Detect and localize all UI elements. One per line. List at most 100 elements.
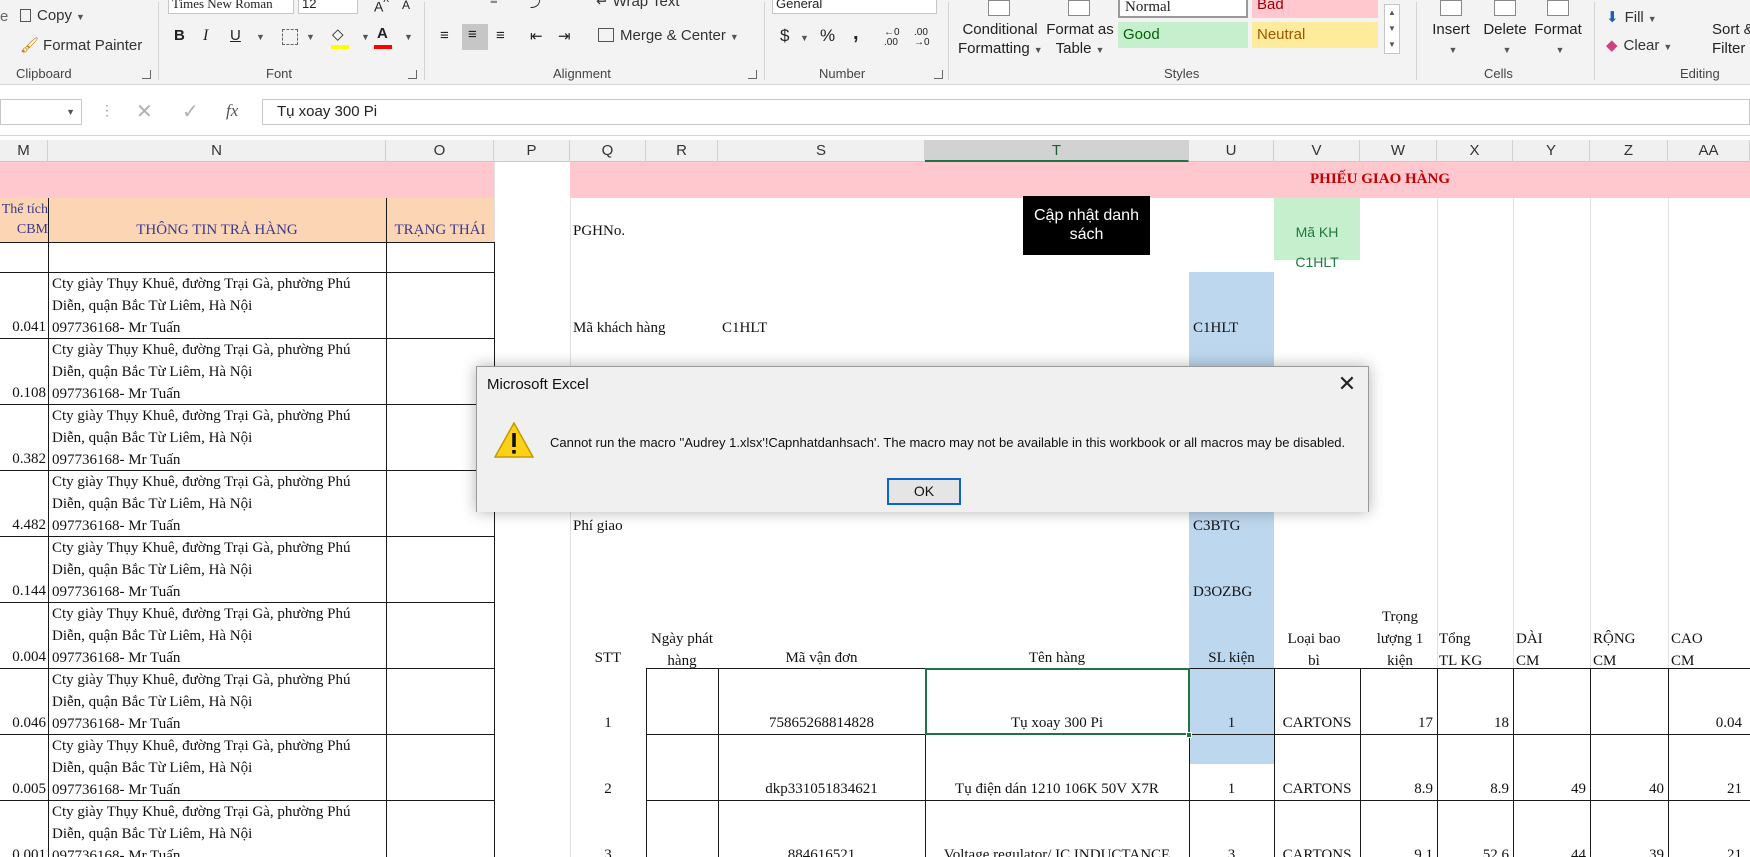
address-cell[interactable]: Cty giày Thụy Khuê, đường Trại Gà, phườn… [52, 471, 384, 537]
item-qty[interactable]: 1 [1189, 715, 1274, 732]
grow-font-icon[interactable]: A^ [374, 0, 389, 15]
update-list-button[interactable]: Cập nhật danh sách [1023, 196, 1150, 255]
decrease-decimal-icon[interactable]: .00 →0 [914, 28, 930, 48]
decrease-indent-icon[interactable]: ⇤ [530, 27, 543, 45]
close-icon[interactable]: ✕ [1334, 373, 1360, 397]
insert-function-icon[interactable]: fx [226, 101, 238, 121]
item-package[interactable]: CARTONS [1274, 781, 1360, 798]
item-package[interactable]: CARTONS [1274, 715, 1360, 732]
enter-check-icon[interactable]: ✓ [182, 99, 199, 124]
item-width[interactable]: 40 [1590, 781, 1664, 798]
item-stt[interactable]: 1 [570, 715, 646, 732]
item-length[interactable]: 44 [1513, 847, 1586, 857]
item-length[interactable]: 49 [1513, 781, 1586, 798]
chevron-down-icon[interactable]: ▼ [404, 32, 413, 42]
shrink-font-icon[interactable]: Aˇ [402, 0, 413, 12]
item-tracking[interactable]: 884616521 [718, 847, 925, 857]
currency-button[interactable]: $ [780, 26, 789, 46]
cbm-cell[interactable]: 4.482 [0, 517, 46, 534]
conditional-formatting-button[interactable]: Conditional Formatting ▼ [958, 0, 1043, 60]
insert-button[interactable]: Insert ▼ [1426, 0, 1476, 60]
style-bad[interactable]: Bad [1252, 0, 1378, 18]
fill-color-icon[interactable]: ◇ [332, 25, 344, 43]
font-launcher-icon[interactable] [408, 70, 417, 79]
col-header-o[interactable]: O [386, 140, 494, 162]
col-header-u[interactable]: U [1189, 140, 1274, 162]
chevron-down-icon[interactable]: ▼ [800, 33, 809, 43]
number-format-combo[interactable]: General [772, 0, 937, 14]
customer-code-value[interactable]: C1HLT [1274, 254, 1360, 270]
cbm-cell[interactable]: 0.004 [0, 649, 46, 666]
borders-icon[interactable] [282, 29, 298, 45]
align-top-icon[interactable]: ≡ [490, 0, 498, 7]
col-header-z[interactable]: Z [1590, 140, 1668, 162]
alignment-launcher-icon[interactable] [748, 70, 757, 79]
address-cell[interactable]: Cty giày Thụy Khuê, đường Trại Gà, phườn… [52, 801, 384, 857]
cbm-cell[interactable]: 0.001 [0, 847, 46, 857]
fill-button[interactable]: ⬇ Fill ▼ [1606, 8, 1657, 26]
name-box[interactable]: ▼ [0, 99, 82, 125]
cbm-cell[interactable]: 0.005 [0, 781, 46, 798]
clear-button[interactable]: ◆ Clear ▼ [1606, 36, 1672, 54]
increase-decimal-icon[interactable]: ←0.00 [884, 28, 900, 48]
customer-list-item[interactable]: C1HLT [1193, 320, 1238, 337]
item-qty[interactable]: 1 [1189, 781, 1274, 798]
col-header-p[interactable]: P [494, 140, 570, 162]
item-package[interactable]: CARTONS [1274, 847, 1360, 857]
item-total[interactable]: 8.9 [1437, 781, 1509, 798]
style-neutral[interactable]: Neutral [1252, 22, 1378, 48]
increase-indent-icon[interactable]: ⇥ [558, 27, 571, 45]
chevron-down-icon[interactable]: ▼ [256, 32, 265, 42]
cbm-cell[interactable]: 0.041 [0, 319, 46, 336]
style-normal[interactable]: Normal [1118, 0, 1248, 18]
col-header-s[interactable]: S [718, 140, 925, 162]
item-weight[interactable]: 9.1 [1360, 847, 1433, 857]
item-tracking[interactable]: 75865268814828 [718, 715, 925, 732]
clipboard-launcher-icon[interactable] [142, 70, 151, 79]
customer-value[interactable]: C1HLT [722, 320, 767, 337]
item-height[interactable]: 0.04 [1668, 715, 1742, 732]
sort-filter-button[interactable]: Sort & Filter [1712, 20, 1750, 58]
font-name-combo[interactable]: Times New Roman [168, 0, 294, 14]
col-header-r[interactable]: R [646, 140, 718, 162]
font-color-icon[interactable]: A [377, 25, 388, 42]
merge-center-button[interactable]: Merge & Center ▼ [598, 27, 739, 44]
align-center-icon[interactable]: ≡ [462, 24, 488, 50]
address-cell[interactable]: Cty giày Thụy Khuê, đường Trại Gà, phườn… [52, 669, 384, 735]
col-header-y[interactable]: Y [1513, 140, 1590, 162]
ok-button[interactable]: OK [887, 478, 961, 505]
item-qty[interactable]: 3 [1189, 847, 1274, 857]
comma-button[interactable]: , [853, 22, 859, 45]
drag-handle-icon[interactable]: ⋮ [100, 102, 114, 119]
item-stt[interactable]: 3 [570, 847, 646, 857]
col-header-q[interactable]: Q [570, 140, 646, 162]
item-weight[interactable]: 17 [1360, 715, 1433, 732]
item-stt[interactable]: 2 [570, 781, 646, 798]
bold-button[interactable]: B [174, 27, 185, 44]
item-height[interactable]: 21 [1668, 781, 1742, 798]
cbm-cell[interactable]: 0.382 [0, 451, 46, 468]
copy-button[interactable]: Copy ▼ [20, 7, 85, 24]
delete-button[interactable]: Delete ▼ [1478, 0, 1532, 60]
cancel-icon[interactable]: ✕ [136, 99, 153, 124]
item-height[interactable]: 21 [1668, 847, 1742, 857]
col-header-m[interactable]: M [0, 140, 48, 162]
chevron-down-icon[interactable]: ▼ [306, 32, 315, 42]
format-cells-button[interactable]: Format ▼ [1532, 0, 1584, 60]
address-cell[interactable]: Cty giày Thụy Khuê, đường Trại Gà, phườn… [52, 735, 384, 801]
number-launcher-icon[interactable] [934, 70, 943, 79]
item-tracking[interactable]: dkp331051834621 [718, 781, 925, 798]
cbm-cell[interactable]: 0.144 [0, 583, 46, 600]
italic-button[interactable]: I [203, 27, 208, 45]
item-name[interactable]: Tụ điện dán 1210 106K 50V X7R [925, 781, 1189, 798]
address-cell[interactable]: Cty giày Thụy Khuê, đường Trại Gà, phườn… [52, 603, 384, 669]
item-width[interactable]: 39 [1590, 847, 1664, 857]
address-cell[interactable]: Cty giày Thụy Khuê, đường Trại Gà, phườn… [52, 537, 384, 603]
item-total[interactable]: 18 [1437, 715, 1509, 732]
customer-list-item[interactable]: D3OZBG [1193, 584, 1252, 601]
customer-list-item[interactable]: C3BTG [1193, 518, 1241, 535]
address-cell[interactable]: Cty giày Thụy Khuê, đường Trại Gà, phườn… [52, 273, 384, 339]
fill-handle[interactable] [1186, 732, 1192, 738]
formula-input[interactable]: Tụ xoay 300 Pi [262, 99, 1750, 125]
col-header-n[interactable]: N [48, 140, 386, 162]
